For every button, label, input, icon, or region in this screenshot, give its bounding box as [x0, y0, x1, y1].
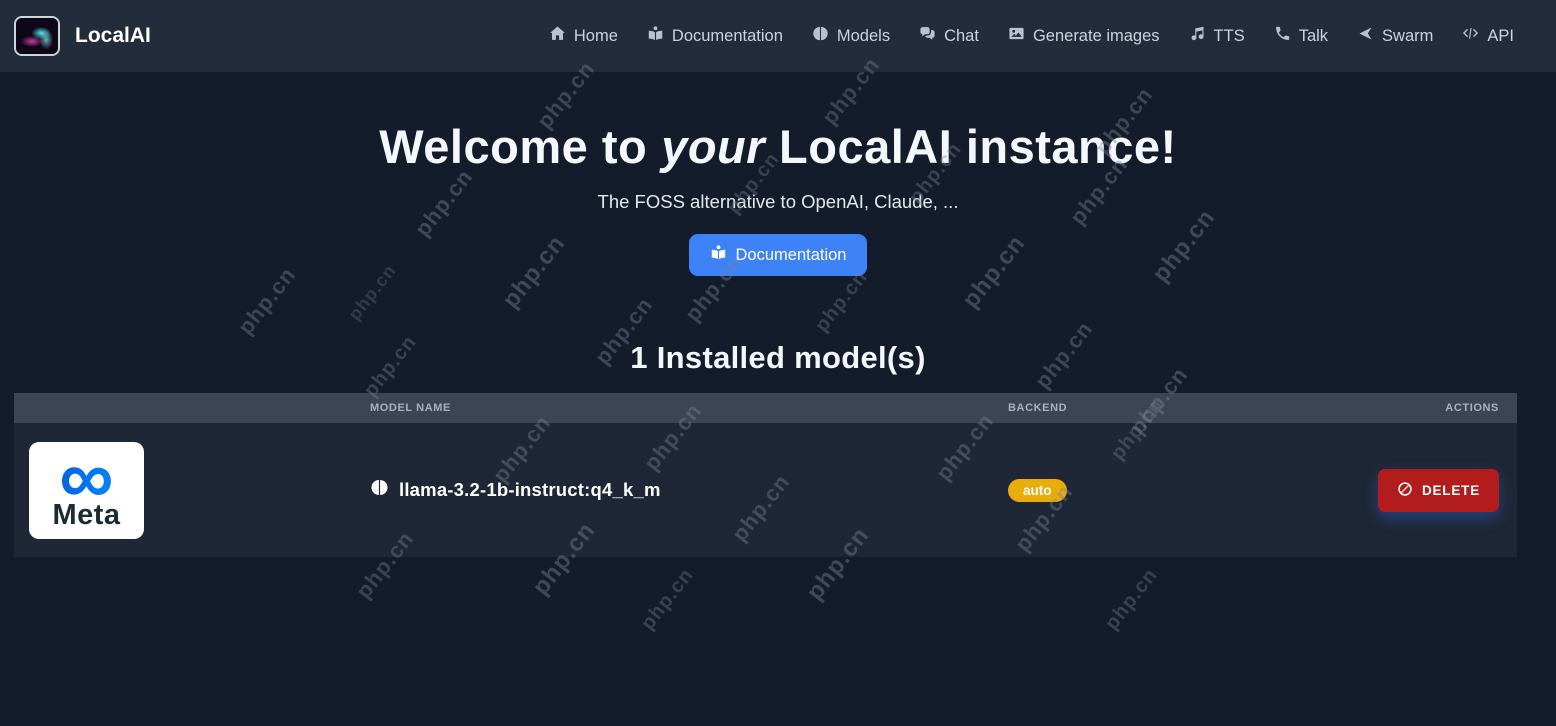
llama-logo-art	[16, 18, 58, 54]
model-name: llama-3.2-1b-instruct:q4_k_m	[399, 479, 661, 501]
meta-infinity-icon: ∞	[59, 454, 113, 501]
hero-subtitle: The FOSS alternative to OpenAI, Claude, …	[0, 191, 1556, 213]
header-backend: BACKEND	[1008, 402, 1320, 414]
nav-item-home[interactable]: Home	[549, 25, 618, 47]
nav-item-label: Generate images	[1033, 27, 1160, 46]
localai-page: LocalAI Home Documentation Models Chat	[0, 0, 1556, 726]
title-pre: Welcome to	[379, 119, 647, 174]
nav-item-tts[interactable]: TTS	[1189, 25, 1245, 47]
nav-item-models[interactable]: Models	[812, 25, 890, 47]
nav-item-label: Swarm	[1382, 27, 1433, 46]
nav-item-chat[interactable]: Chat	[919, 25, 979, 47]
ban-icon	[1397, 481, 1413, 500]
watermark-text: php.cn	[637, 564, 699, 635]
phone-icon	[1274, 25, 1291, 47]
meta-wordmark: Meta	[52, 499, 120, 532]
nav-item-documentation[interactable]: Documentation	[647, 25, 783, 47]
navbar: LocalAI Home Documentation Models Chat	[0, 0, 1556, 72]
nav-item-talk[interactable]: Talk	[1274, 25, 1328, 47]
backend-badge: auto	[1008, 479, 1067, 502]
vendor-logo-cell: ∞ Meta	[14, 442, 355, 539]
page-title: Welcome to your LocalAI instance!	[0, 119, 1556, 174]
meta-logo: ∞ Meta	[29, 442, 144, 539]
code-icon	[1462, 25, 1479, 47]
book-reader-icon	[647, 25, 664, 47]
nav-menu: Home Documentation Models Chat Generate …	[549, 25, 1514, 47]
delete-button-label: DELETE	[1422, 483, 1480, 498]
table-header-row: MODEL NAME BACKEND ACTIONS	[14, 393, 1517, 423]
book-reader-icon	[710, 244, 727, 266]
models-table: MODEL NAME BACKEND ACTIONS ∞ Meta llama-…	[14, 393, 1517, 557]
nav-item-label: Talk	[1299, 27, 1328, 46]
nav-item-api[interactable]: API	[1462, 25, 1514, 47]
title-emphasis: your	[661, 119, 765, 174]
watermark-text: php.cn	[811, 266, 873, 337]
delete-button[interactable]: DELETE	[1378, 469, 1499, 512]
nav-item-label: TTS	[1214, 27, 1245, 46]
installed-models-heading: 1 Installed model(s)	[0, 340, 1556, 376]
documentation-button[interactable]: Documentation	[689, 234, 868, 276]
actions-cell: DELETE	[1320, 469, 1517, 512]
comments-icon	[919, 25, 936, 47]
brand-title: LocalAI	[75, 24, 151, 48]
table-row: ∞ Meta llama-3.2-1b-instruct:q4_k_m auto…	[14, 423, 1517, 557]
nav-item-swarm[interactable]: Swarm	[1357, 25, 1433, 47]
hero-section: Welcome to your LocalAI instance! The FO…	[0, 119, 1556, 276]
home-icon	[549, 25, 566, 47]
brain-icon	[370, 478, 389, 502]
header-model-name: MODEL NAME	[355, 402, 1008, 414]
header-actions: ACTIONS	[1320, 402, 1517, 414]
nav-item-label: Models	[837, 27, 890, 46]
localai-logo[interactable]	[14, 16, 60, 56]
nav-item-label: API	[1487, 27, 1514, 46]
nav-item-label: Chat	[944, 27, 979, 46]
nav-item-label: Documentation	[672, 27, 783, 46]
backend-cell: auto	[1008, 479, 1320, 502]
music-icon	[1189, 25, 1206, 47]
nav-item-label: Home	[574, 27, 618, 46]
documentation-button-label: Documentation	[736, 246, 847, 265]
nav-item-generate-images[interactable]: Generate images	[1008, 25, 1160, 47]
swarm-icon	[1357, 25, 1374, 47]
brain-icon	[812, 25, 829, 47]
watermark-text: php.cn	[1101, 564, 1163, 635]
image-icon	[1008, 25, 1025, 47]
model-name-cell: llama-3.2-1b-instruct:q4_k_m	[355, 478, 1008, 502]
title-post: LocalAI instance!	[779, 119, 1177, 174]
